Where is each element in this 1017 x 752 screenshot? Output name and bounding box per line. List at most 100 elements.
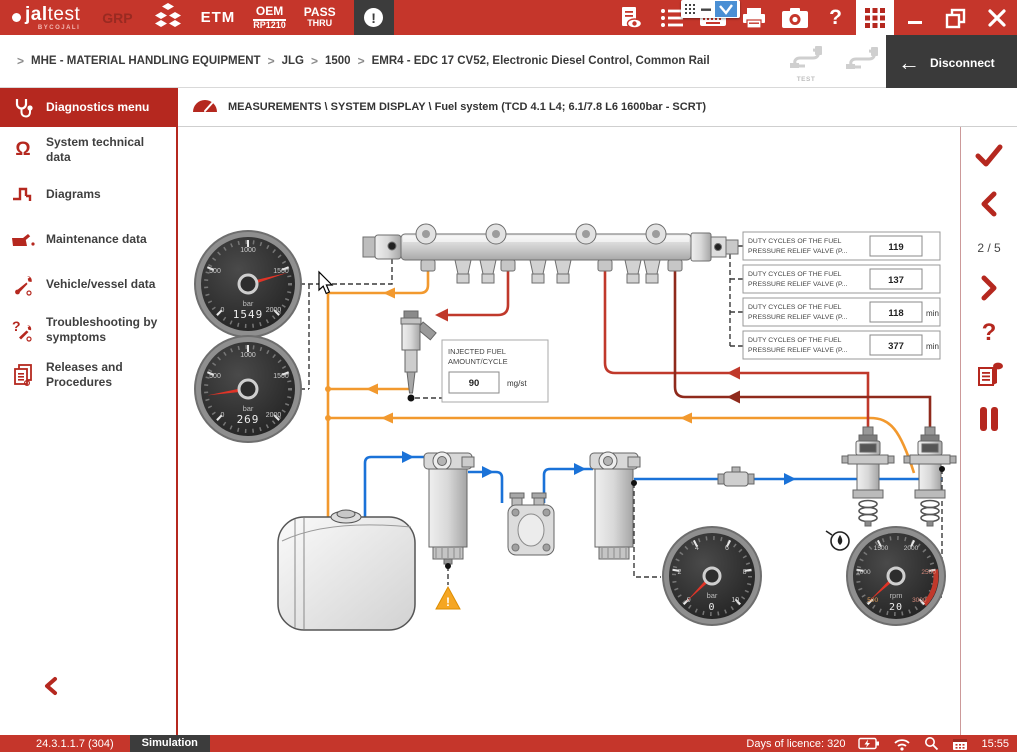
sidebar-item-maintenance-data[interactable]: Maintenance data: [0, 217, 176, 262]
battery-icon[interactable]: [858, 737, 880, 750]
minus-icon: [701, 3, 711, 16]
svg-text:PRESSURE RELIEF VALVE (P...: PRESSURE RELIEF VALVE (P...: [748, 281, 847, 288]
confirm-button[interactable]: [974, 143, 1004, 169]
topbar-icon-group: ?: [610, 0, 1017, 35]
mouse-cursor: [319, 272, 332, 294]
svg-text:rpm: rpm: [890, 591, 903, 600]
measure-box-4[interactable]: DUTY CYCLES OF THE FUEL PRESSURE RELIEF …: [743, 331, 940, 359]
svg-text:500: 500: [209, 268, 221, 275]
pause-button[interactable]: [977, 405, 1001, 433]
svg-text:4: 4: [695, 545, 699, 552]
breadcrumb-separator: >: [268, 54, 275, 68]
svg-text:!: !: [446, 595, 450, 609]
sidebar-item-releases-procedures[interactable]: Releases and Procedures: [0, 352, 176, 397]
collapse-sidebar-chevron[interactable]: [42, 676, 60, 701]
wifi-icon[interactable]: [893, 737, 911, 751]
chevron-left-icon: [42, 676, 60, 696]
low-pressure-gauge[interactable]: 0 2 4 6 8 10 bar 0: [663, 527, 761, 625]
breadcrumb-vehicle-type[interactable]: MHE - MATERIAL HANDLING EQUIPMENT: [31, 55, 261, 67]
grp-button[interactable]: GRP: [102, 10, 132, 26]
sidebar-item-vehicle-vessel-data[interactable]: Vehicle/vessel data: [0, 262, 176, 307]
oem-rp1210-button[interactable]: OEM RP1210: [253, 5, 286, 30]
logo-subtitle: BYCOJALI: [25, 25, 80, 31]
sidebar-item-label: Releases and Procedures: [46, 360, 176, 390]
help-button[interactable]: ?: [982, 319, 997, 347]
svg-text:PRESSURE RELIEF VALVE (P...: PRESSURE RELIEF VALVE (P...: [748, 314, 847, 321]
check-icon: [719, 4, 733, 15]
svg-text:DUTY CYCLES OF THE FUEL: DUTY CYCLES OF THE FUEL: [748, 238, 842, 245]
exclamation-icon: !: [364, 8, 383, 27]
diagram-area: INJECTED FUEL AMOUNT/CYCLE 90 mg/st DUTY…: [178, 127, 960, 735]
previous-page-button[interactable]: [978, 191, 1000, 217]
release-notes-icon: [974, 361, 1004, 391]
modules-cubes-icon[interactable]: [153, 2, 183, 33]
svg-text:1500: 1500: [273, 268, 289, 275]
sidebar-item-system-technical-data[interactable]: Ω System technical data: [0, 127, 176, 172]
fuel-tank: [278, 510, 415, 630]
breadcrumb-model[interactable]: 1500: [325, 55, 351, 67]
svg-text:269: 269: [237, 413, 260, 426]
injected-fuel-box[interactable]: INJECTED FUEL AMOUNT/CYCLE 90 mg/st: [442, 340, 548, 402]
floating-mini-toolbar[interactable]: [681, 0, 740, 18]
calendar-icon[interactable]: [952, 737, 968, 751]
confirm-check-button[interactable]: [715, 1, 737, 17]
report-preview-button[interactable]: [610, 0, 651, 35]
minimize-button[interactable]: [894, 0, 935, 35]
measure-box-1[interactable]: DUTY CYCLES OF THE FUEL PRESSURE RELIEF …: [743, 232, 940, 260]
jaltest-logo[interactable]: jaltest BYCOJALI: [12, 5, 80, 31]
apps-grid-button[interactable]: [856, 0, 894, 35]
minimize-icon: [905, 7, 925, 29]
svg-text:1500: 1500: [874, 545, 889, 552]
engine-speed-gauge[interactable]: 500 1000 1500 2000 2500 3000 rpm 20: [847, 527, 945, 625]
sidebar-item-label: Vehicle/vessel data: [46, 277, 161, 292]
svg-text:DUTY CYCLES OF THE FUEL: DUTY CYCLES OF THE FUEL: [748, 304, 842, 311]
close-button[interactable]: [976, 0, 1017, 35]
sidebar-item-label: Diagnostics menu: [46, 100, 155, 115]
disconnect-label: Disconnect: [930, 56, 995, 70]
svg-text:500: 500: [209, 373, 221, 380]
pass-thru-button[interactable]: PASS THRU: [304, 6, 336, 28]
unit-pump-2: [904, 427, 956, 526]
breadcrumb-system[interactable]: EMR4 - EDC 17 CV52, Electronic Diesel Co…: [372, 55, 710, 67]
svg-text:PRESSURE RELIEF VALVE (P...: PRESSURE RELIEF VALVE (P...: [748, 347, 847, 354]
svg-text:118: 118: [888, 308, 903, 319]
jaltest-app-window: jaltest BYCOJALI GRP ETM OEM RP1210 PASS…: [0, 0, 1017, 752]
releases-info-button[interactable]: [974, 361, 1004, 391]
measure-box-3[interactable]: DUTY CYCLES OF THE FUEL PRESSURE RELIEF …: [743, 298, 940, 326]
svg-text:8: 8: [743, 569, 747, 576]
svg-text:min: min: [926, 342, 939, 351]
restore-window-button[interactable]: [935, 0, 976, 35]
oil-can-icon: [826, 531, 849, 550]
stethoscope-icon: [0, 97, 46, 119]
sidebar-item-troubleshooting[interactable]: ? Troubleshooting by symptoms: [0, 307, 176, 352]
svg-text:500: 500: [867, 597, 878, 604]
disconnect-button[interactable]: ← Disconnect: [886, 35, 1017, 90]
help-button[interactable]: ?: [815, 0, 856, 35]
rail-pressure-gauge[interactable]: 0 500 1000 1500 2000 bar 1549: [195, 231, 301, 337]
sidebar-item-diagnostics-menu[interactable]: Diagnostics menu: [0, 88, 176, 127]
zoom-search-icon[interactable]: [924, 736, 939, 751]
rp1210-label: RP1210: [253, 21, 286, 30]
svg-text:bar: bar: [243, 404, 254, 413]
warning-button[interactable]: !: [354, 0, 394, 35]
logo-bold: jal: [25, 4, 48, 25]
question-icon: ?: [829, 6, 842, 30]
breadcrumb-make[interactable]: JLG: [282, 55, 304, 67]
logo-dot-icon: [12, 13, 21, 22]
etm-button[interactable]: ETM: [201, 9, 236, 26]
sidebar-item-label: Maintenance data: [46, 232, 153, 247]
sidebar-item-diagrams[interactable]: Diagrams: [0, 172, 176, 217]
connection-status-icons: TEST: [786, 45, 882, 83]
thru-label: THRU: [304, 19, 336, 28]
fuel-pressure-gauge[interactable]: 0 500 1000 1500 2000 bar 269: [195, 336, 301, 442]
licence-label: Days of licence: 320: [746, 738, 845, 750]
next-page-button[interactable]: [978, 275, 1000, 301]
sidebar-item-label: System technical data: [46, 135, 176, 165]
logo-light: test: [48, 4, 81, 25]
svg-text:0: 0: [708, 602, 715, 613]
fuel-main-filter: [590, 452, 640, 559]
fuel-pump: [508, 493, 554, 555]
measure-box-2[interactable]: DUTY CYCLES OF THE FUEL PRESSURE RELIEF …: [743, 265, 940, 293]
check-icon: [974, 143, 1004, 169]
screenshot-button[interactable]: [774, 0, 815, 35]
